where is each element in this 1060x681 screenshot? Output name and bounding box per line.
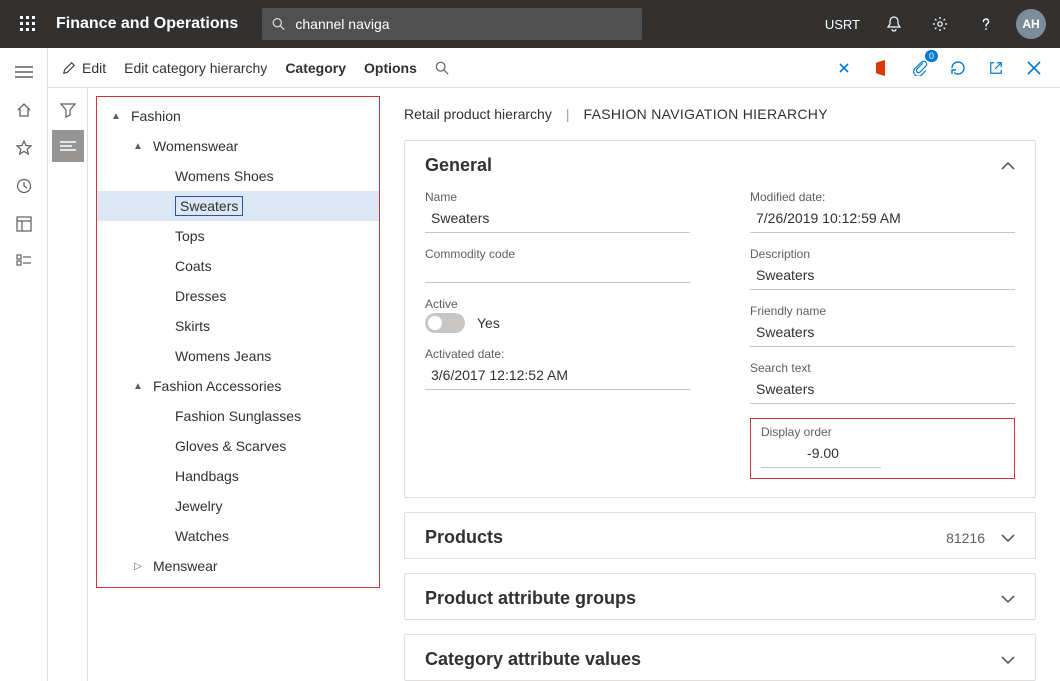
- category-tab[interactable]: Category: [283, 56, 348, 80]
- tree-node-item[interactable]: Coats: [97, 251, 379, 281]
- company-picker[interactable]: USRT: [815, 17, 870, 32]
- global-search[interactable]: [262, 8, 642, 40]
- products-title: Products: [425, 527, 503, 548]
- favorites-icon[interactable]: [4, 130, 44, 166]
- field-display-order: Display order -9.00: [750, 418, 1015, 479]
- breadcrumb: Retail product hierarchy | FASHION NAVIG…: [404, 106, 1036, 122]
- name-input[interactable]: Sweaters: [425, 206, 690, 233]
- edit-label: Edit: [82, 60, 106, 76]
- app-launcher-icon[interactable]: [8, 0, 48, 48]
- settings-icon[interactable]: [918, 0, 962, 48]
- commodity-input[interactable]: [425, 263, 690, 283]
- field-description: Description Sweaters: [750, 247, 1015, 290]
- app-title: Finance and Operations: [56, 15, 238, 33]
- display-order-input[interactable]: -9.00: [761, 441, 881, 468]
- products-section: Products 81216: [404, 512, 1036, 559]
- field-friendly-name: Friendly name Sweaters: [750, 304, 1015, 347]
- modules-icon[interactable]: [4, 244, 44, 280]
- refresh-icon[interactable]: [944, 54, 972, 82]
- workspaces-icon[interactable]: [4, 206, 44, 242]
- global-search-input[interactable]: [295, 16, 632, 32]
- tree-node-item[interactable]: Skirts: [97, 311, 379, 341]
- top-right-group: USRT AH: [815, 0, 1052, 48]
- caret-down-icon: ▲: [131, 381, 145, 392]
- category-attribute-values-section: Category attribute values: [404, 634, 1036, 681]
- product-attribute-groups-section: Product attribute groups: [404, 573, 1036, 620]
- action-bar: Edit Edit category hierarchy Category Op…: [48, 48, 1060, 88]
- close-icon[interactable]: [1020, 54, 1048, 82]
- field-commodity: Commodity code: [425, 247, 690, 283]
- caret-down-icon: ▲: [131, 141, 145, 152]
- tool-dock: [48, 88, 88, 681]
- action-search-icon[interactable]: [433, 57, 451, 79]
- modified-date-value[interactable]: 7/26/2019 10:12:59 AM: [750, 206, 1015, 233]
- chevron-up-icon: [1001, 161, 1015, 171]
- tree-node-group[interactable]: ▲Womenswear: [97, 131, 379, 161]
- search-text-input[interactable]: Sweaters: [750, 377, 1015, 404]
- tree-node-item[interactable]: Jewelry: [97, 491, 379, 521]
- breadcrumb-item: FASHION NAVIGATION HIERARCHY: [584, 106, 828, 122]
- attachments-badge: 0: [925, 50, 938, 62]
- chevron-down-icon: [1001, 533, 1015, 543]
- filter-icon[interactable]: [52, 94, 84, 126]
- office-icon[interactable]: [868, 54, 896, 82]
- description-input[interactable]: Sweaters: [750, 263, 1015, 290]
- tree-node-item[interactable]: Dresses: [97, 281, 379, 311]
- breadcrumb-separator: |: [566, 106, 570, 122]
- tree-node-group[interactable]: ▷Menswear: [97, 551, 379, 581]
- caret-right-icon: ▷: [131, 561, 145, 572]
- general-title: General: [425, 155, 492, 176]
- tree-node-item[interactable]: Handbags: [97, 461, 379, 491]
- caret-down-icon: ▲: [109, 111, 123, 122]
- options-tab[interactable]: Options: [362, 56, 419, 80]
- active-toggle[interactable]: [425, 313, 465, 333]
- chevron-down-icon: [1001, 655, 1015, 665]
- chevron-down-icon: [1001, 594, 1015, 604]
- tree-node-item-selected[interactable]: Sweaters: [97, 191, 379, 221]
- user-avatar[interactable]: AH: [1016, 9, 1046, 39]
- pencil-icon: [62, 61, 76, 75]
- tree-node-group[interactable]: ▲Fashion Accessories: [97, 371, 379, 401]
- category-attribute-values-header[interactable]: Category attribute values: [405, 635, 1035, 680]
- friendly-name-input[interactable]: Sweaters: [750, 320, 1015, 347]
- tree-node-item[interactable]: Watches: [97, 521, 379, 551]
- field-search-text: Search text Sweaters: [750, 361, 1015, 404]
- general-header[interactable]: General: [405, 141, 1035, 186]
- field-activated-date: Activated date: 3/6/2017 12:12:52 AM: [425, 347, 690, 390]
- tree-node-item[interactable]: Womens Jeans: [97, 341, 379, 371]
- tree-node-item[interactable]: Gloves & Scarves: [97, 431, 379, 461]
- help-icon[interactable]: [964, 0, 1008, 48]
- nav-rail: [0, 48, 48, 681]
- breadcrumb-item[interactable]: Retail product hierarchy: [404, 106, 552, 122]
- notifications-icon[interactable]: [872, 0, 916, 48]
- active-toggle-label: Yes: [477, 315, 500, 331]
- products-count: 81216: [946, 530, 985, 546]
- field-active: Active Yes: [425, 297, 690, 333]
- category-tree-pane: ▲Fashion ▲Womenswear Womens Shoes Sweate…: [88, 88, 388, 681]
- detail-pane: Retail product hierarchy | FASHION NAVIG…: [388, 88, 1060, 681]
- tree-node-root[interactable]: ▲Fashion: [97, 101, 379, 131]
- product-attribute-groups-header[interactable]: Product attribute groups: [405, 574, 1035, 619]
- popout-icon[interactable]: [982, 54, 1010, 82]
- edit-button[interactable]: Edit: [60, 56, 108, 80]
- general-section: General Name Sweaters Commodity: [404, 140, 1036, 498]
- search-icon: [272, 17, 285, 31]
- tree-node-item[interactable]: Fashion Sunglasses: [97, 401, 379, 431]
- nav-expand-icon[interactable]: [4, 54, 44, 90]
- category-tree: ▲Fashion ▲Womenswear Womens Shoes Sweate…: [96, 96, 380, 588]
- list-toggle-icon[interactable]: [52, 130, 84, 162]
- field-name: Name Sweaters: [425, 190, 690, 233]
- products-header[interactable]: Products 81216: [405, 513, 1035, 558]
- tree-node-item[interactable]: Womens Shoes: [97, 161, 379, 191]
- activated-date-value[interactable]: 3/6/2017 12:12:52 AM: [425, 363, 690, 390]
- tree-node-item[interactable]: Tops: [97, 221, 379, 251]
- top-bar: Finance and Operations USRT AH: [0, 0, 1060, 48]
- field-modified-date: Modified date: 7/26/2019 10:12:59 AM: [750, 190, 1015, 233]
- home-icon[interactable]: [4, 92, 44, 128]
- edit-hierarchy-button[interactable]: Edit category hierarchy: [122, 56, 269, 80]
- attachments-icon[interactable]: 0: [906, 54, 934, 82]
- connector-icon[interactable]: [830, 54, 858, 82]
- recent-icon[interactable]: [4, 168, 44, 204]
